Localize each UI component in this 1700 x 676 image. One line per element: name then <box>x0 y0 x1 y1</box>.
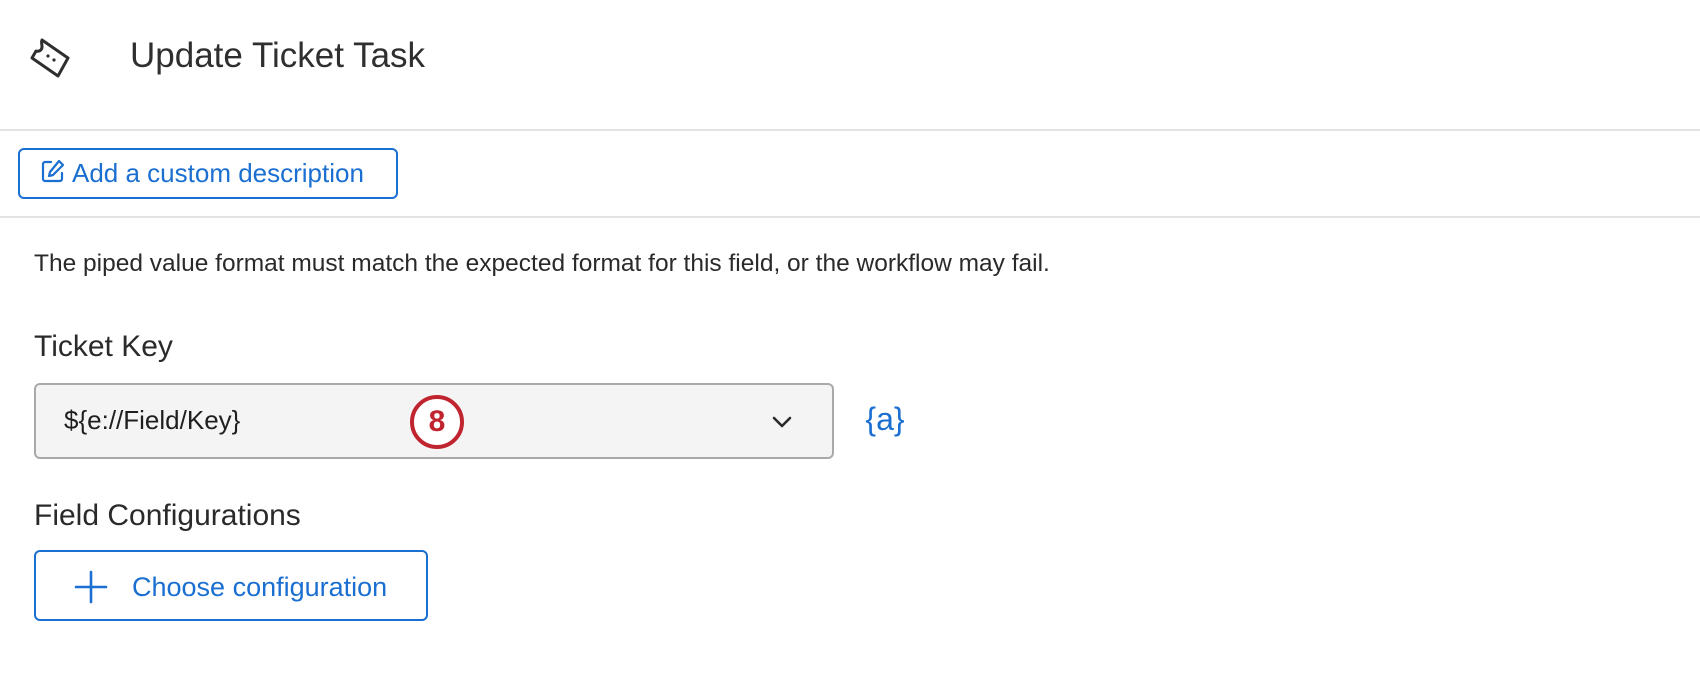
description-bar: Add a custom description <box>0 131 1700 218</box>
task-header: Update Ticket Task <box>0 0 1700 131</box>
choose-configuration-button[interactable]: Choose configuration <box>34 550 428 621</box>
piped-text-icon[interactable]: {a} <box>860 397 910 441</box>
ticket-icon <box>28 36 72 80</box>
help-text: The piped value format must match the ex… <box>34 250 1050 277</box>
add-description-button[interactable]: Add a custom description <box>18 148 398 199</box>
plus-icon <box>74 570 108 604</box>
field-configurations-label: Field Configurations <box>34 499 301 532</box>
chevron-down-icon <box>768 408 796 436</box>
step-badge: 8 <box>410 395 464 449</box>
add-description-label: Add a custom description <box>72 158 364 188</box>
choose-configuration-label: Choose configuration <box>132 572 388 602</box>
ticket-key-value: ${e://Field/Key} <box>64 405 241 435</box>
edit-icon <box>40 158 66 189</box>
page-title: Update Ticket Task <box>130 36 426 75</box>
ticket-key-label: Ticket Key <box>34 330 173 363</box>
